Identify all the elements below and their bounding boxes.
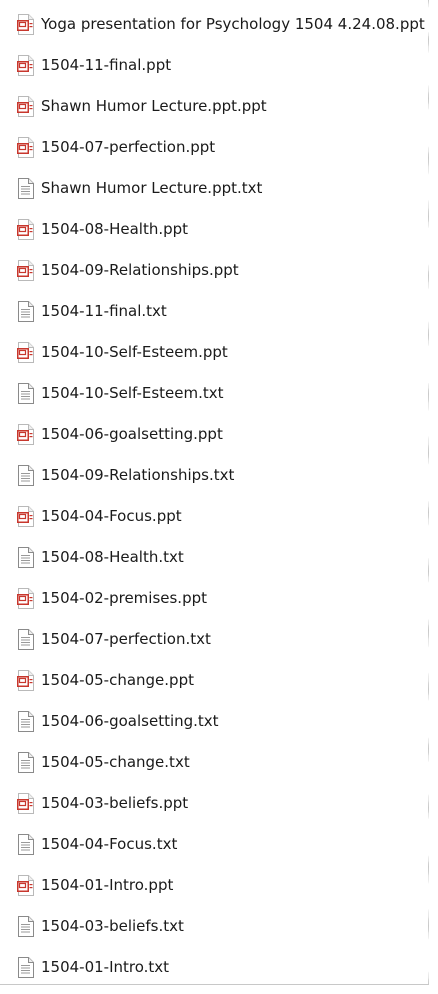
- file-list-window: Yoga presentation for Psychology 1504 4.…: [0, 0, 429, 985]
- file-name: Yoga presentation for Psychology 1504 4.…: [41, 15, 425, 33]
- file-name: 1504-04-Focus.txt: [41, 835, 178, 853]
- file-name: 1504-05-change.txt: [41, 753, 190, 771]
- file-name: 1504-03-beliefs.ppt: [41, 794, 189, 812]
- file-row[interactable]: 1504-07-perfection.ppt: [0, 127, 428, 168]
- text-file-icon: [17, 383, 34, 404]
- ppt-file-icon: [17, 506, 34, 527]
- text-file-icon: [17, 752, 34, 773]
- file-name: 1504-06-goalsetting.txt: [41, 712, 219, 730]
- file-row[interactable]: 1504-11-final.txt: [0, 291, 428, 332]
- file-row[interactable]: 1504-06-goalsetting.ppt: [0, 414, 428, 455]
- file-row[interactable]: 1504-08-Health.txt: [0, 537, 428, 578]
- file-row[interactable]: 1504-08-Health.ppt: [0, 209, 428, 250]
- file-row[interactable]: 1504-10-Self-Esteem.txt: [0, 373, 428, 414]
- file-name: 1504-11-final.ppt: [41, 56, 172, 74]
- text-file-icon: [17, 465, 34, 486]
- ppt-file-icon: [17, 588, 34, 609]
- file-name: 1504-08-Health.ppt: [41, 220, 189, 238]
- text-file-icon: [17, 711, 34, 732]
- file-name: 1504-10-Self-Esteem.txt: [41, 384, 224, 402]
- file-name: 1504-09-Relationships.txt: [41, 466, 235, 484]
- file-row[interactable]: 1504-04-Focus.txt: [0, 824, 428, 865]
- file-row[interactable]: Shawn Humor Lecture.ppt.ppt: [0, 86, 428, 127]
- ppt-file-icon: [17, 793, 34, 814]
- file-row[interactable]: 1504-03-beliefs.ppt: [0, 783, 428, 824]
- file-row[interactable]: 1504-01-Intro.txt: [0, 947, 428, 985]
- text-file-icon: [17, 301, 34, 322]
- file-name: 1504-08-Health.txt: [41, 548, 184, 566]
- file-row[interactable]: 1504-05-change.ppt: [0, 660, 428, 701]
- file-row[interactable]: 1504-09-Relationships.txt: [0, 455, 428, 496]
- file-name: 1504-07-perfection.ppt: [41, 138, 216, 156]
- file-name: 1504-04-Focus.ppt: [41, 507, 182, 525]
- file-row[interactable]: 1504-01-Intro.ppt: [0, 865, 428, 906]
- ppt-file-icon: [17, 96, 34, 117]
- file-name: 1504-03-beliefs.txt: [41, 917, 184, 935]
- text-file-icon: [17, 916, 34, 937]
- ppt-file-icon: [17, 875, 34, 896]
- text-file-icon: [17, 178, 34, 199]
- ppt-file-icon: [17, 55, 34, 76]
- file-name: 1504-05-change.ppt: [41, 671, 194, 689]
- file-row[interactable]: 1504-02-premises.ppt: [0, 578, 428, 619]
- file-list: Yoga presentation for Psychology 1504 4.…: [0, 4, 428, 985]
- ppt-file-icon: [17, 219, 34, 240]
- file-row[interactable]: 1504-10-Self-Esteem.ppt: [0, 332, 428, 373]
- file-row[interactable]: Yoga presentation for Psychology 1504 4.…: [0, 4, 428, 45]
- file-row[interactable]: 1504-05-change.txt: [0, 742, 428, 783]
- ppt-file-icon: [17, 424, 34, 445]
- text-file-icon: [17, 957, 34, 978]
- file-row[interactable]: 1504-03-beliefs.txt: [0, 906, 428, 947]
- ppt-file-icon: [17, 670, 34, 691]
- file-row[interactable]: 1504-04-Focus.ppt: [0, 496, 428, 537]
- file-name: 1504-10-Self-Esteem.ppt: [41, 343, 228, 361]
- file-row[interactable]: 1504-11-final.ppt: [0, 45, 428, 86]
- file-name: 1504-01-Intro.ppt: [41, 876, 174, 894]
- text-file-icon: [17, 834, 34, 855]
- file-name: 1504-11-final.txt: [41, 302, 167, 320]
- file-name: 1504-09-Relationships.ppt: [41, 261, 239, 279]
- file-name: 1504-02-premises.ppt: [41, 589, 208, 607]
- ppt-file-icon: [17, 137, 34, 158]
- text-file-icon: [17, 629, 34, 650]
- ppt-file-icon: [17, 342, 34, 363]
- file-name: Shawn Humor Lecture.ppt.txt: [41, 179, 263, 197]
- ppt-file-icon: [17, 260, 34, 281]
- file-row[interactable]: 1504-06-goalsetting.txt: [0, 701, 428, 742]
- file-name: 1504-01-Intro.txt: [41, 958, 170, 976]
- file-row[interactable]: Shawn Humor Lecture.ppt.txt: [0, 168, 428, 209]
- file-name: Shawn Humor Lecture.ppt.ppt: [41, 97, 267, 115]
- file-name: 1504-06-goalsetting.ppt: [41, 425, 223, 443]
- file-name: 1504-07-perfection.txt: [41, 630, 211, 648]
- ppt-file-icon: [17, 14, 34, 35]
- file-row[interactable]: 1504-07-perfection.txt: [0, 619, 428, 660]
- text-file-icon: [17, 547, 34, 568]
- file-row[interactable]: 1504-09-Relationships.ppt: [0, 250, 428, 291]
